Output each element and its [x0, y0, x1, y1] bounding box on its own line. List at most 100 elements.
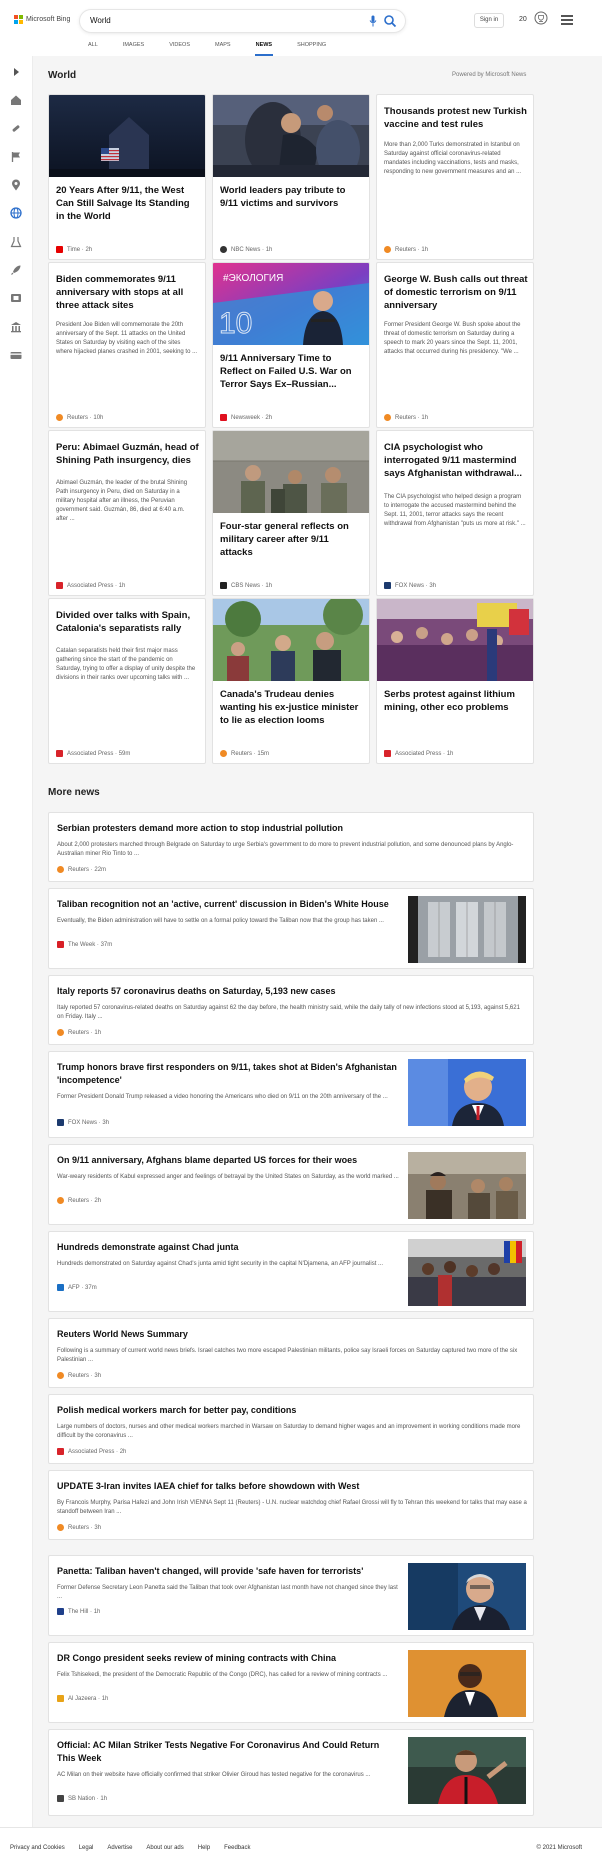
card-title[interactable]: Four-star general reflects on military c…	[220, 520, 364, 559]
footer-link-about-ads[interactable]: About our ads	[146, 1845, 183, 1851]
card-title[interactable]: Serbs protest against lithium mining, ot…	[384, 688, 528, 714]
source-name[interactable]: Associated Press	[67, 583, 113, 589]
tab-shopping[interactable]: SHOPPING	[297, 42, 326, 56]
news-title[interactable]: Official: AC Milan Striker Tests Negativ…	[57, 1739, 397, 1765]
news-list-item[interactable]: Trump honors brave first responders on 9…	[48, 1051, 534, 1138]
news-card[interactable]: Divided over talks with Spain, Catalonia…	[48, 598, 206, 764]
news-card[interactable]: World leaders pay tribute to 9/11 victim…	[212, 94, 370, 260]
source-name[interactable]: SB Nation	[68, 1796, 95, 1802]
news-list-item[interactable]: Hundreds demonstrate against Chad junta …	[48, 1231, 534, 1312]
news-title[interactable]: DR Congo president seeks review of minin…	[57, 1652, 397, 1665]
news-card[interactable]: 20 Years After 9/11, the West Can Still …	[48, 94, 206, 260]
source-name[interactable]: Reuters	[68, 1373, 89, 1379]
news-list-item[interactable]: Serbian protesters demand more action to…	[48, 812, 534, 882]
hamburger-menu-icon[interactable]	[561, 15, 573, 25]
news-list-item[interactable]: Italy reports 57 coronavirus deaths on S…	[48, 975, 534, 1045]
news-title[interactable]: Trump honors brave first responders on 9…	[57, 1061, 397, 1087]
source-name[interactable]: The Hill	[68, 1609, 88, 1615]
news-title[interactable]: Panetta: Taliban haven't changed, will p…	[57, 1565, 397, 1578]
source-name[interactable]: Time	[67, 247, 80, 253]
sign-in-button[interactable]: Sign in	[474, 13, 504, 28]
bing-logo[interactable]: Microsoft Bing	[14, 15, 70, 24]
news-card[interactable]: Serbs protest against lithium mining, ot…	[376, 598, 534, 764]
microphone-icon[interactable]	[369, 15, 377, 27]
source-name[interactable]: Reuters	[68, 1525, 89, 1531]
source-name[interactable]: Associated Press	[395, 751, 441, 757]
card-title[interactable]: Biden commemorates 9/11 anniversary with…	[56, 273, 200, 312]
source-name[interactable]: Reuters	[67, 415, 88, 421]
card-title[interactable]: CIA psychologist who interrogated 9/11 m…	[384, 441, 528, 480]
news-card[interactable]: Canada's Trudeau denies wanting his ex-j…	[212, 598, 370, 764]
source-name[interactable]: Reuters	[231, 751, 252, 757]
card-title[interactable]: World leaders pay tribute to 9/11 victim…	[220, 184, 364, 210]
tab-news[interactable]: NEWS	[254, 42, 273, 56]
news-title[interactable]: Hundreds demonstrate against Chad junta	[57, 1241, 397, 1254]
news-card[interactable]: Peru: Abimael Guzmán, head of Shining Pa…	[48, 430, 206, 596]
tab-all[interactable]: ALL	[88, 42, 98, 56]
globe-icon[interactable]	[8, 205, 24, 221]
source-name[interactable]: Reuters	[395, 247, 416, 253]
card-title[interactable]: Peru: Abimael Guzmán, head of Shining Pa…	[56, 441, 200, 467]
rocket-icon[interactable]	[8, 262, 24, 278]
tab-images[interactable]: IMAGES	[123, 42, 144, 56]
source-name[interactable]: NBC News	[231, 247, 260, 253]
flag-icon[interactable]	[8, 149, 24, 165]
tab-maps[interactable]: MAPS	[215, 42, 231, 56]
card-title[interactable]: 9/11 Anniversary Time to Reflect on Fail…	[220, 352, 364, 391]
source-name[interactable]: CBS News	[231, 583, 260, 589]
source-name[interactable]: FOX News	[68, 1120, 97, 1126]
news-card[interactable]: Thousands protest new Turkish vaccine an…	[376, 94, 534, 260]
search-icon[interactable]	[383, 14, 397, 28]
news-list-item[interactable]: DR Congo president seeks review of minin…	[48, 1642, 534, 1723]
news-card[interactable]: 10 #ЭКОЛОГИЯ 9/11 Anniversary Time to Re…	[212, 262, 370, 428]
footer-link-legal[interactable]: Legal	[79, 1845, 94, 1851]
news-title[interactable]: UPDATE 3-Iran invites IAEA chief for tal…	[57, 1480, 527, 1493]
news-list-item[interactable]: Official: AC Milan Striker Tests Negativ…	[48, 1729, 534, 1816]
home-icon[interactable]	[8, 92, 24, 108]
tab-videos[interactable]: VIDEOS	[169, 42, 190, 56]
footer-link-help[interactable]: Help	[198, 1845, 210, 1851]
source-name[interactable]: Reuters	[68, 1198, 89, 1204]
expand-icon[interactable]	[8, 64, 24, 80]
search-box[interactable]: World	[80, 10, 405, 32]
news-list-item[interactable]: Reuters World News Summary Following is …	[48, 1318, 534, 1388]
news-card[interactable]: Four-star general reflects on military c…	[212, 430, 370, 596]
money-icon[interactable]	[8, 347, 24, 363]
source-name[interactable]: Reuters	[68, 1030, 89, 1036]
rewards-points[interactable]: 20	[519, 16, 527, 23]
news-title[interactable]: Serbian protesters demand more action to…	[57, 822, 527, 835]
news-title[interactable]: Taliban recognition not an 'active, curr…	[57, 898, 397, 911]
source-name[interactable]: Al Jazeera	[68, 1696, 96, 1702]
card-title[interactable]: Canada's Trudeau denies wanting his ex-j…	[220, 688, 364, 727]
pin-icon[interactable]	[8, 177, 24, 193]
source-name[interactable]: The Week	[68, 942, 95, 948]
news-title[interactable]: Polish medical workers march for better …	[57, 1404, 527, 1417]
medical-icon[interactable]	[8, 120, 24, 136]
news-title[interactable]: On 9/11 anniversary, Afghans blame depar…	[57, 1154, 397, 1167]
card-title[interactable]: Divided over talks with Spain, Catalonia…	[56, 609, 200, 635]
source-name[interactable]: Associated Press	[67, 751, 113, 757]
footer-link-privacy[interactable]: Privacy and Cookies	[10, 1845, 65, 1851]
building-icon[interactable]	[8, 319, 24, 335]
source-name[interactable]: Reuters	[395, 415, 416, 421]
news-list-item[interactable]: Polish medical workers march for better …	[48, 1394, 534, 1464]
news-list-item[interactable]: Taliban recognition not an 'active, curr…	[48, 888, 534, 969]
film-icon[interactable]	[8, 290, 24, 306]
source-name[interactable]: Associated Press	[68, 1449, 114, 1455]
rewards-trophy-icon[interactable]	[534, 11, 548, 27]
news-card[interactable]: Biden commemorates 9/11 anniversary with…	[48, 262, 206, 428]
footer-link-advertise[interactable]: Advertise	[107, 1845, 132, 1851]
news-card[interactable]: CIA psychologist who interrogated 9/11 m…	[376, 430, 534, 596]
news-list-item[interactable]: Panetta: Taliban haven't changed, will p…	[48, 1555, 534, 1636]
news-title[interactable]: Reuters World News Summary	[57, 1328, 527, 1341]
card-title[interactable]: Thousands protest new Turkish vaccine an…	[384, 105, 528, 131]
powered-by-label[interactable]: Powered by Microsoft News	[452, 72, 526, 78]
news-card[interactable]: George W. Bush calls out threat of domes…	[376, 262, 534, 428]
science-icon[interactable]	[8, 234, 24, 250]
news-title[interactable]: Italy reports 57 coronavirus deaths on S…	[57, 985, 527, 998]
source-name[interactable]: FOX News	[395, 583, 424, 589]
card-title[interactable]: 20 Years After 9/11, the West Can Still …	[56, 184, 200, 223]
footer-link-feedback[interactable]: Feedback	[224, 1845, 250, 1851]
source-name[interactable]: Reuters	[68, 867, 89, 873]
news-list-item[interactable]: On 9/11 anniversary, Afghans blame depar…	[48, 1144, 534, 1225]
